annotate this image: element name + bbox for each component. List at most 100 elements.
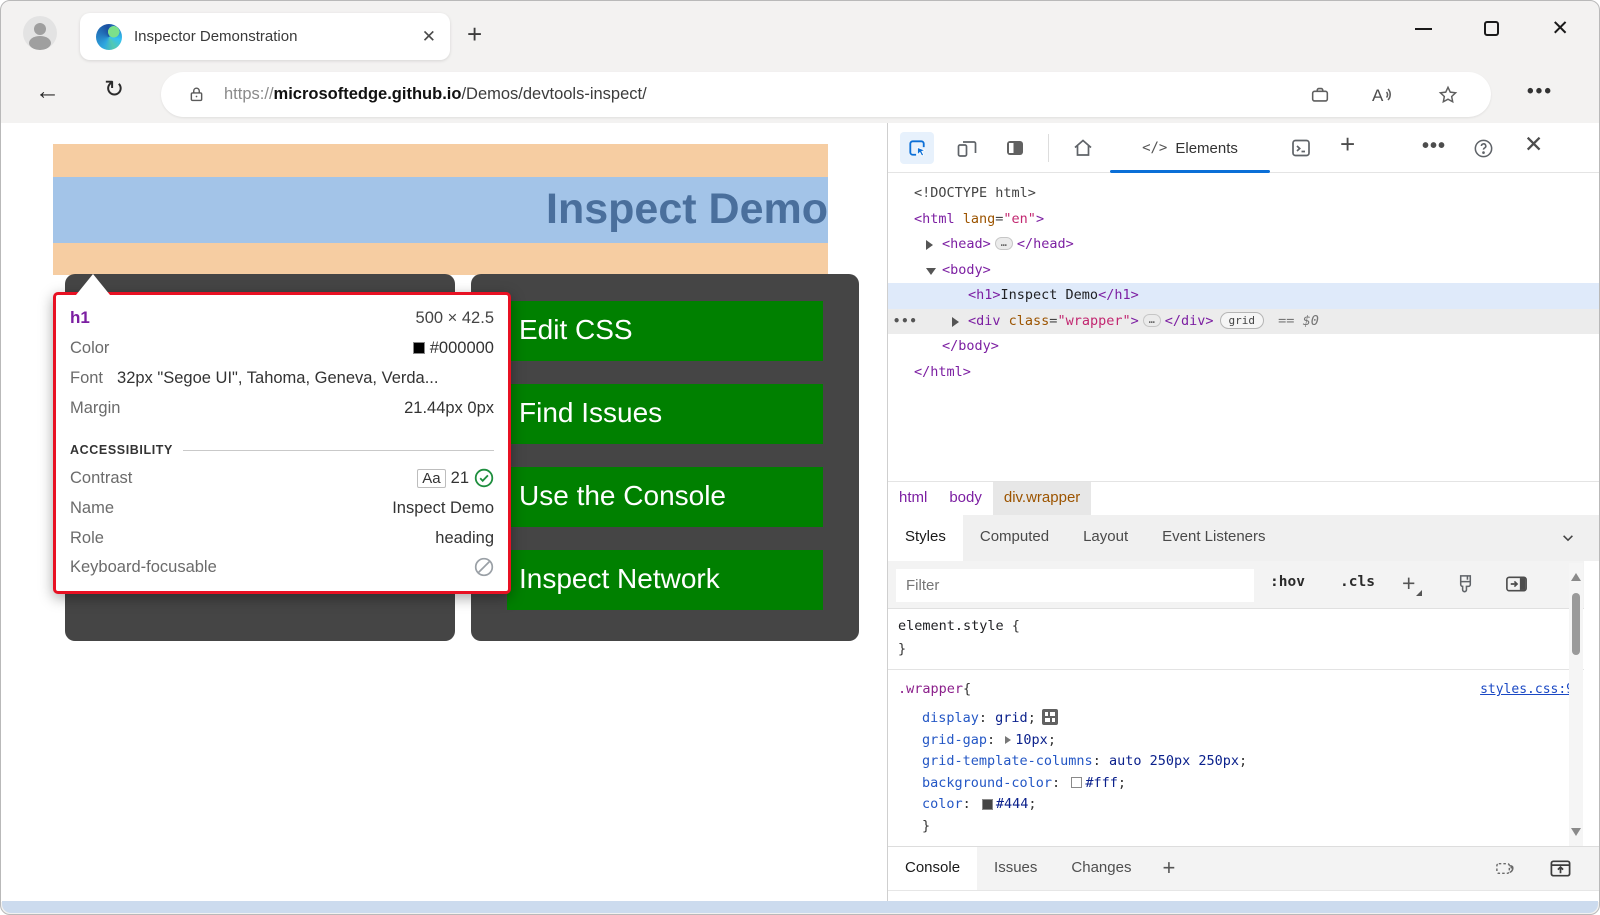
- css-property-name: background-color: [922, 775, 1052, 791]
- tree-token: </h1>: [1098, 287, 1139, 303]
- tab-console[interactable]: Console: [888, 847, 977, 890]
- toggle-hover-state-button[interactable]: :hov: [1270, 574, 1305, 590]
- ellipsis-badge[interactable]: …: [1143, 314, 1161, 327]
- css-declaration[interactable]: grid-gap: 10px;: [888, 730, 1584, 752]
- css-declaration[interactable]: background-color: #fff;: [888, 773, 1584, 795]
- tree-row[interactable]: •••<div class="wrapper">…</div>grid == $…: [888, 309, 1599, 335]
- window-minimize-icon[interactable]: [1415, 28, 1432, 30]
- home-icon[interactable]: [1066, 132, 1100, 164]
- avatar-body-shape: [29, 36, 51, 50]
- tooltip-row-value: #000000: [413, 339, 494, 358]
- avatar-head-shape: [34, 23, 46, 35]
- devtools-panel: </> Elements + ••• ✕ <!DOCTYPE html> <htm…: [887, 123, 1599, 902]
- reload-button[interactable]: ↻: [104, 75, 124, 104]
- tooltip-caret: [76, 274, 110, 295]
- tab-changes[interactable]: Changes: [1054, 847, 1148, 890]
- tooltip-dimensions: 500 × 42.5: [416, 309, 494, 328]
- back-button[interactable]: ←: [35, 77, 60, 106]
- row-options-icon[interactable]: •••: [893, 309, 918, 335]
- tree-row[interactable]: <body>: [888, 258, 1599, 284]
- device-emulation-button[interactable]: [950, 132, 984, 164]
- focus-mode-button[interactable]: [998, 132, 1032, 164]
- scrollbar-up-arrow[interactable]: [1571, 573, 1581, 581]
- breadcrumb-item[interactable]: div.wrapper: [993, 482, 1091, 515]
- add-panel-icon[interactable]: +: [1340, 129, 1355, 160]
- scrollbar-down-arrow[interactable]: [1571, 828, 1581, 836]
- favorites-star-icon[interactable]: [1437, 84, 1459, 106]
- new-style-rule-button[interactable]: +: [1402, 570, 1415, 597]
- tree-row[interactable]: <h1>Inspect Demo</h1>: [888, 283, 1599, 309]
- add-drawer-tab-button[interactable]: +: [1148, 847, 1189, 890]
- tree-row[interactable]: </body>: [888, 334, 1599, 360]
- toolbar-separator: [1048, 134, 1049, 162]
- page-heading: Inspect Demo: [53, 177, 828, 243]
- url-text: https://microsoftedge.github.io/Demos/de…: [224, 85, 647, 104]
- styles-scrollbar[interactable]: [1569, 563, 1583, 846]
- tree-token: "en": [1003, 211, 1036, 227]
- page-button[interactable]: Inspect Network: [507, 550, 823, 610]
- profile-avatar[interactable]: [23, 16, 57, 50]
- tab-close-icon[interactable]: ✕: [422, 27, 436, 47]
- tab-layout[interactable]: Layout: [1066, 515, 1145, 561]
- page-button[interactable]: Edit CSS: [507, 301, 823, 361]
- shorthand-expand-icon[interactable]: [1005, 736, 1011, 744]
- new-tab-button[interactable]: +: [467, 19, 482, 50]
- css-declaration[interactable]: grid-template-columns: auto 250px 250px;: [888, 751, 1584, 773]
- page-content: Inspect Demo Edit CSS Find Issues Use the …: [1, 123, 887, 902]
- page-button[interactable]: Use the Console: [507, 467, 823, 527]
- filter-input[interactable]: [896, 569, 1254, 602]
- grid-editor-icon[interactable]: [1042, 709, 1058, 725]
- breadcrumb-item[interactable]: body: [938, 482, 993, 515]
- tree-token: </div>: [1165, 313, 1214, 329]
- tab-styles[interactable]: Styles: [888, 515, 963, 561]
- styles-brush-icon[interactable]: [1454, 572, 1477, 597]
- tab-event-listeners[interactable]: Event Listeners: [1145, 515, 1282, 561]
- stylesheet-source-link[interactable]: styles.css:9: [1480, 678, 1574, 701]
- css-property-name: grid-gap: [922, 732, 987, 748]
- grid-badge[interactable]: grid: [1220, 312, 1265, 329]
- tree-row[interactable]: <head>…</head>: [888, 232, 1599, 258]
- console-drawer-icon[interactable]: [1284, 132, 1318, 164]
- devtools-toolbar: </> Elements + ••• ✕: [888, 123, 1599, 173]
- browser-tab[interactable]: Inspector Demonstration ✕: [80, 13, 450, 60]
- rerender-device-icon[interactable]: [1493, 857, 1518, 880]
- chevron-down-icon[interactable]: [1561, 531, 1575, 545]
- color-swatch[interactable]: [1071, 777, 1082, 788]
- inspect-element-button[interactable]: [900, 132, 934, 164]
- breadcrumb-item[interactable]: html: [888, 482, 938, 515]
- expand-quick-view-icon[interactable]: [1548, 857, 1573, 880]
- tree-token: lang: [955, 211, 996, 227]
- css-rule-selector[interactable]: .wrapper: [898, 678, 963, 701]
- tree-row[interactable]: </html>: [888, 360, 1599, 386]
- devtools-help-icon[interactable]: [1466, 132, 1500, 164]
- scrollbar-thumb[interactable]: [1572, 593, 1580, 655]
- window-close-icon[interactable]: ✕: [1551, 21, 1569, 36]
- tab-elements[interactable]: </> Elements: [1110, 123, 1270, 173]
- tree-row[interactable]: <!DOCTYPE html>: [888, 181, 1599, 207]
- tab-issues[interactable]: Issues: [977, 847, 1054, 890]
- tree-row[interactable]: <html lang="en">: [888, 207, 1599, 233]
- computed-sidebar-toggle-icon[interactable]: [1504, 572, 1529, 596]
- page-button[interactable]: Find Issues: [507, 384, 823, 444]
- css-declaration[interactable]: display: grid;: [888, 708, 1584, 730]
- address-bar[interactable]: https://microsoftedge.github.io/Demos/de…: [161, 72, 1491, 117]
- tab-computed[interactable]: Computed: [963, 515, 1066, 561]
- ellipsis-badge[interactable]: …: [995, 237, 1013, 250]
- collapse-arrow-icon[interactable]: [926, 268, 936, 275]
- read-aloud-icon[interactable]: A: [1371, 84, 1397, 106]
- css-declaration[interactable]: color: #444;: [888, 794, 1584, 816]
- tree-token: <!DOCTYPE html>: [914, 185, 1036, 201]
- tree-token: >: [1131, 313, 1139, 329]
- devtools-close-icon[interactable]: ✕: [1524, 131, 1543, 158]
- devtools-more-icon[interactable]: •••: [1422, 135, 1446, 158]
- window-bottom-edge: [2, 901, 1598, 913]
- toggle-class-button[interactable]: .cls: [1340, 574, 1375, 590]
- expand-arrow-icon[interactable]: [926, 240, 933, 250]
- color-swatch[interactable]: [982, 799, 993, 810]
- inline-style-selector[interactable]: element.style: [898, 618, 1004, 634]
- expand-arrow-icon[interactable]: [952, 317, 959, 327]
- browser-menu-icon[interactable]: •••: [1527, 81, 1553, 103]
- window-maximize-icon[interactable]: [1484, 21, 1499, 36]
- name-label: Name: [70, 499, 114, 518]
- workspaces-icon[interactable]: [1309, 84, 1331, 106]
